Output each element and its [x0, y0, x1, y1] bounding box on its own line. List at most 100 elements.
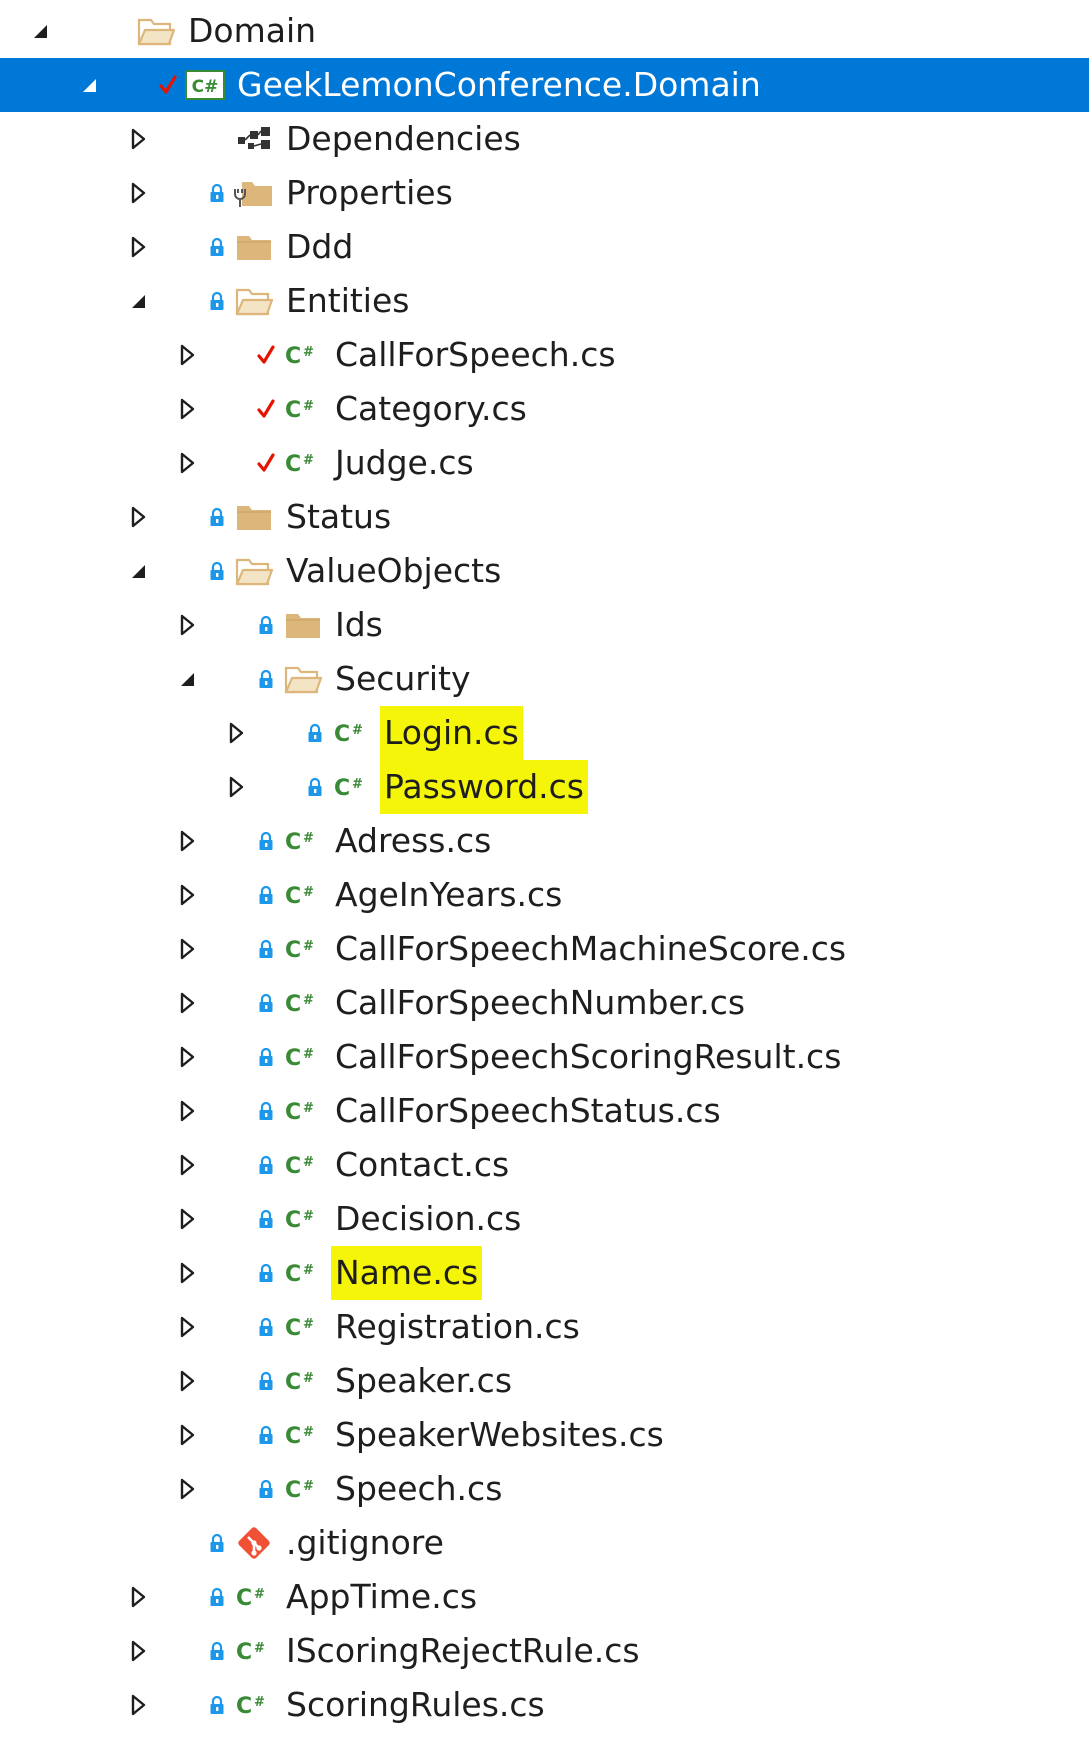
- expanded-arrow-icon[interactable]: [126, 274, 150, 328]
- collapsed-arrow-icon[interactable]: [126, 220, 150, 274]
- collapsed-arrow-icon[interactable]: [175, 436, 199, 490]
- lock-icon: [253, 1462, 279, 1516]
- collapsed-arrow-icon[interactable]: [175, 814, 199, 868]
- collapsed-arrow-icon[interactable]: [126, 1570, 150, 1624]
- tree-item[interactable]: C # Adress.cs: [0, 814, 1089, 868]
- tree-item-label: Name.cs: [331, 1246, 483, 1300]
- tree-item[interactable]: Status: [0, 490, 1089, 544]
- collapsed-arrow-icon[interactable]: [126, 1624, 150, 1678]
- collapsed-arrow-icon[interactable]: [175, 382, 199, 436]
- tree-item-label: Password.cs: [380, 760, 588, 814]
- lock-icon: [302, 706, 328, 760]
- collapsed-arrow-icon[interactable]: [175, 868, 199, 922]
- lock-icon: [253, 1246, 279, 1300]
- tree-item[interactable]: C # CallForSpeechStatus.cs: [0, 1084, 1089, 1138]
- lock-icon: [204, 544, 230, 598]
- csharp-file-icon: C #: [232, 1624, 276, 1678]
- tree-item[interactable]: Domain: [0, 4, 1089, 58]
- collapsed-arrow-icon[interactable]: [224, 760, 248, 814]
- svg-text:C: C: [285, 830, 301, 855]
- collapsed-arrow-icon[interactable]: [175, 598, 199, 652]
- collapsed-arrow-icon[interactable]: [175, 328, 199, 382]
- tree-item[interactable]: C # CallForSpeechMachineScore.cs: [0, 922, 1089, 976]
- tree-item-label: Domain: [188, 11, 317, 50]
- collapsed-arrow-icon[interactable]: [175, 976, 199, 1030]
- svg-text:C: C: [285, 992, 301, 1017]
- tree-item[interactable]: ValueObjects: [0, 544, 1089, 598]
- collapsed-arrow-icon[interactable]: [175, 1246, 199, 1300]
- collapsed-arrow-icon[interactable]: [175, 1084, 199, 1138]
- tree-item[interactable]: Security: [0, 652, 1089, 706]
- svg-text:C: C: [285, 1478, 301, 1503]
- tree-item[interactable]: Dependencies: [0, 112, 1089, 166]
- tree-item[interactable]: .gitignore: [0, 1516, 1089, 1570]
- tree-item[interactable]: C # SpeakerWebsites.cs: [0, 1408, 1089, 1462]
- lock-icon: [253, 1354, 279, 1408]
- collapsed-arrow-icon[interactable]: [175, 922, 199, 976]
- tree-item[interactable]: Entities: [0, 274, 1089, 328]
- collapsed-arrow-icon[interactable]: [126, 166, 150, 220]
- tree-item[interactable]: C # Name.cs: [0, 1246, 1089, 1300]
- csharp-project-icon: C#: [183, 58, 227, 112]
- tree-item[interactable]: C # CallForSpeechScoringResult.cs: [0, 1030, 1089, 1084]
- lock-icon: [253, 868, 279, 922]
- tree-item[interactable]: C # Speech.cs: [0, 1462, 1089, 1516]
- tree-item[interactable]: C # AgeInYears.cs: [0, 868, 1089, 922]
- expanded-arrow-icon[interactable]: [77, 58, 101, 112]
- csharp-file-icon: C #: [281, 1084, 325, 1138]
- collapsed-arrow-icon[interactable]: [175, 1300, 199, 1354]
- tree-item-label: Adress.cs: [335, 821, 492, 860]
- collapsed-arrow-icon[interactable]: [126, 490, 150, 544]
- svg-text:#: #: [352, 723, 363, 738]
- tree-item[interactable]: Ids: [0, 598, 1089, 652]
- collapsed-arrow-icon[interactable]: [126, 1678, 150, 1732]
- collapsed-arrow-icon[interactable]: [175, 1030, 199, 1084]
- svg-text:C: C: [236, 1586, 252, 1611]
- lock-icon: [253, 1300, 279, 1354]
- svg-text:#: #: [352, 777, 363, 792]
- lock-icon: [253, 598, 279, 652]
- csharp-file-icon: C #: [281, 1300, 325, 1354]
- lock-icon: [253, 1084, 279, 1138]
- expanded-arrow-icon[interactable]: [126, 544, 150, 598]
- tree-item[interactable]: Ddd: [0, 220, 1089, 274]
- lock-icon: [253, 1192, 279, 1246]
- checkmark-icon: [155, 58, 181, 112]
- tree-item[interactable]: C # AppTime.cs: [0, 1570, 1089, 1624]
- collapsed-arrow-icon[interactable]: [175, 1354, 199, 1408]
- tree-item[interactable]: C # Category.cs: [0, 382, 1089, 436]
- collapsed-arrow-icon[interactable]: [126, 112, 150, 166]
- tree-item[interactable]: C # Decision.cs: [0, 1192, 1089, 1246]
- tree-item-label: CallForSpeechNumber.cs: [335, 983, 746, 1022]
- tree-item[interactable]: C # IScoringRejectRule.cs: [0, 1624, 1089, 1678]
- tree-item-label: CallForSpeech.cs: [335, 335, 616, 374]
- tree-item[interactable]: C # ScoringRules.cs: [0, 1678, 1089, 1732]
- expanded-arrow-icon[interactable]: [175, 652, 199, 706]
- collapsed-arrow-icon[interactable]: [175, 1462, 199, 1516]
- tree-item[interactable]: C # Registration.cs: [0, 1300, 1089, 1354]
- svg-text:C: C: [285, 1046, 301, 1071]
- collapsed-arrow-icon[interactable]: [224, 706, 248, 760]
- tree-item[interactable]: C # CallForSpeechNumber.cs: [0, 976, 1089, 1030]
- svg-text:C: C: [285, 398, 301, 423]
- lock-icon: [204, 274, 230, 328]
- git-icon: [232, 1516, 276, 1570]
- collapsed-arrow-icon[interactable]: [175, 1192, 199, 1246]
- tree-item-label: Ids: [335, 605, 383, 644]
- collapsed-arrow-icon[interactable]: [175, 1138, 199, 1192]
- tree-item[interactable]: C # CallForSpeech.cs: [0, 328, 1089, 382]
- tree-item[interactable]: C # Login.cs: [0, 706, 1089, 760]
- tree-item[interactable]: C # Judge.cs: [0, 436, 1089, 490]
- tree-item[interactable]: C # Contact.cs: [0, 1138, 1089, 1192]
- tree-item[interactable]: C# GeekLemonConference.Domain: [0, 58, 1089, 112]
- tree-item-label: Login.cs: [380, 706, 523, 760]
- expanded-arrow-icon[interactable]: [28, 4, 52, 58]
- csharp-file-icon: C #: [330, 706, 374, 760]
- tree-item[interactable]: C # Speaker.cs: [0, 1354, 1089, 1408]
- tree-item-label: Speech.cs: [335, 1469, 503, 1508]
- tree-item[interactable]: Properties: [0, 166, 1089, 220]
- svg-text:C: C: [236, 1640, 252, 1665]
- collapsed-arrow-icon[interactable]: [175, 1408, 199, 1462]
- folder-open-icon: [232, 274, 276, 328]
- tree-item[interactable]: C # Password.cs: [0, 760, 1089, 814]
